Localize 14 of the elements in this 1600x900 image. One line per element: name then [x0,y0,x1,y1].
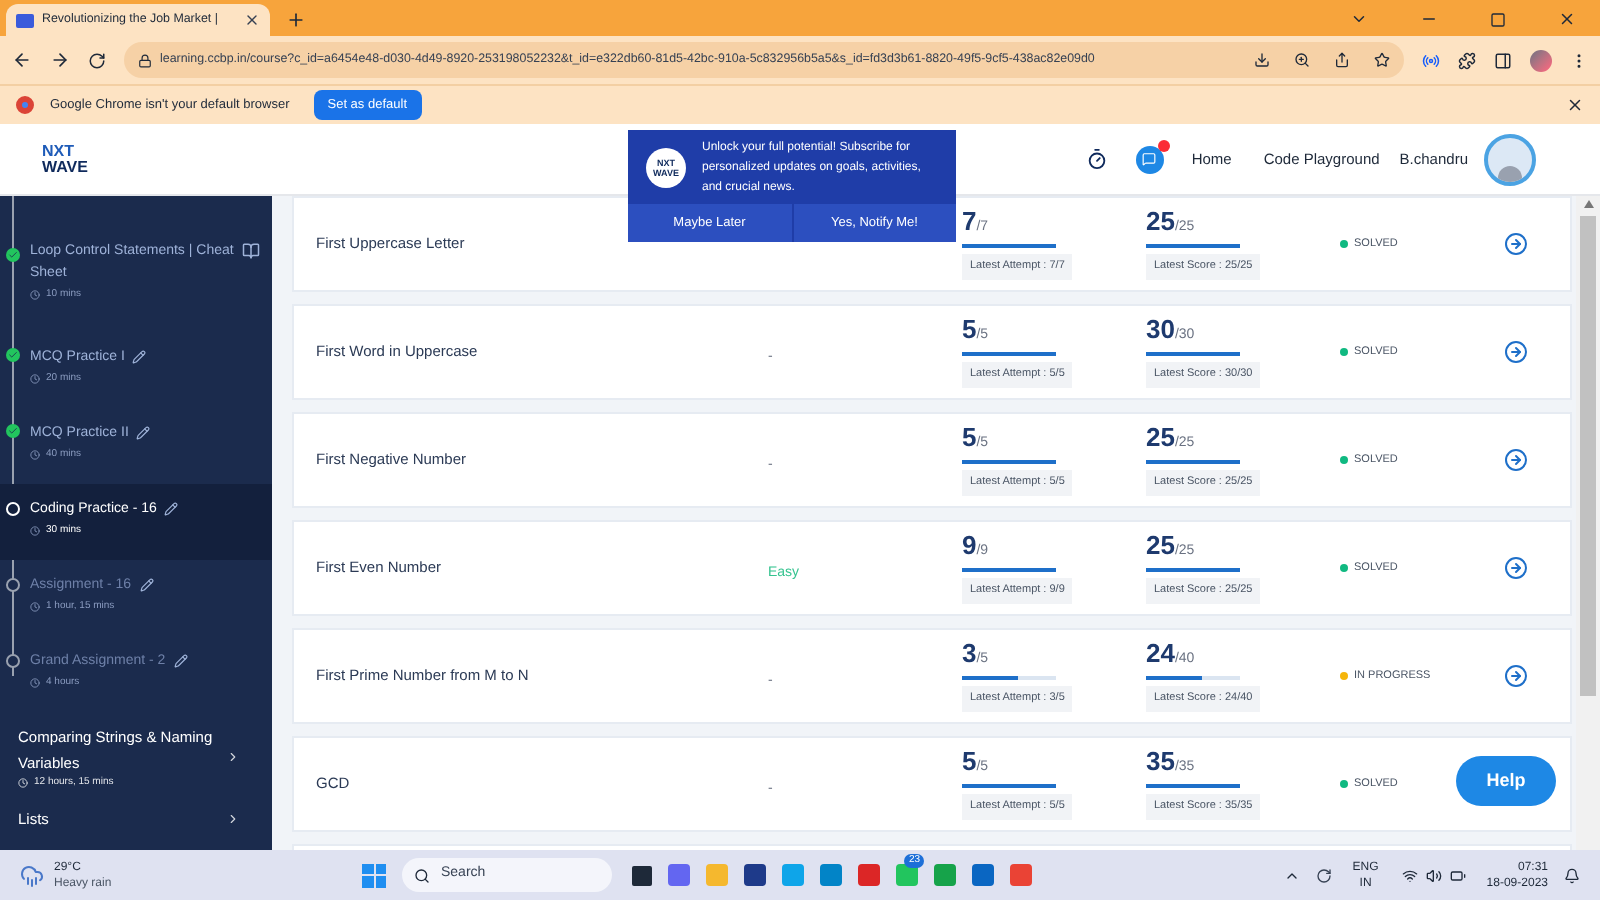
help-button[interactable]: Help [1456,756,1556,806]
score-value: 5 [962,424,977,453]
score-value: 3 [962,640,977,669]
score-value: 25 [1146,424,1175,453]
score-value: 9 [962,532,977,561]
logo[interactable]: NXT WAVE [42,143,88,175]
score-value: 24 [1146,640,1175,669]
score-value: 30 [1146,316,1175,345]
score-value: 25 [1146,532,1175,561]
score-value: 5 [962,748,977,777]
score-value: 35 [1146,748,1175,777]
score-value: 5 [962,316,977,345]
score-value: 7 [962,208,977,237]
score-value: 25 [1146,208,1175,237]
